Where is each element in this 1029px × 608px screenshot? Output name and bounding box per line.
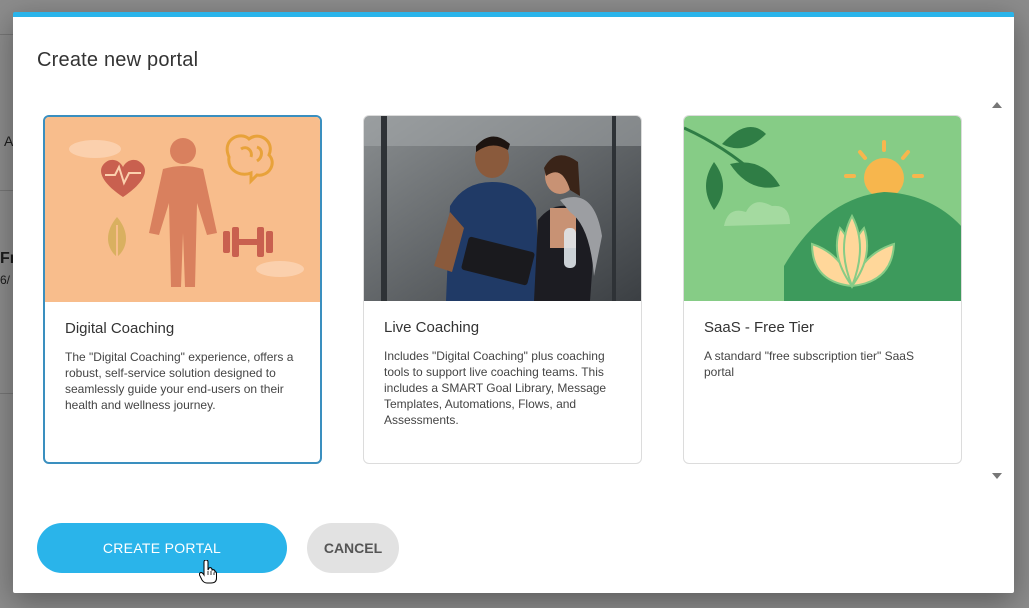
card-title: Digital Coaching [65,320,175,337]
portal-template-list: Digital Coaching The "Digital Coaching" … [43,115,993,465]
card-image-saas-free-tier [684,116,961,301]
portal-card-digital-coaching[interactable]: Digital Coaching The "Digital Coaching" … [43,115,322,464]
scrollbar[interactable] [989,99,1005,479]
card-description: A standard "free subscription tier" SaaS… [704,349,914,379]
create-portal-button[interactable]: CREATE PORTAL [37,523,287,573]
scroll-down-icon[interactable] [992,473,1002,479]
hand-pointer-icon [199,560,217,584]
create-portal-dialog: Create new portal Digital Coaching The "… [13,12,1014,593]
lotus-sunrise-illustration [684,116,961,301]
portal-card-saas-free-tier[interactable]: SaaS - Free Tier A standard "free subscr… [683,115,962,464]
dialog-title: Create new portal [37,49,199,71]
card-image-digital-coaching [45,117,320,302]
card-image-live-coaching [364,116,641,301]
coach-with-client-photo [364,116,641,301]
portal-card-live-coaching[interactable]: Live Coaching Includes "Digital Coaching… [363,115,642,464]
card-title: SaaS - Free Tier [704,319,815,336]
health-wellness-illustration [45,117,320,302]
card-description: Includes "Digital Coaching" plus coachin… [384,349,607,427]
card-title: Live Coaching [384,319,480,336]
card-description: The "Digital Coaching" experience, offer… [65,350,294,412]
scroll-up-icon[interactable] [992,102,1002,108]
cancel-button[interactable]: CANCEL [307,523,399,573]
